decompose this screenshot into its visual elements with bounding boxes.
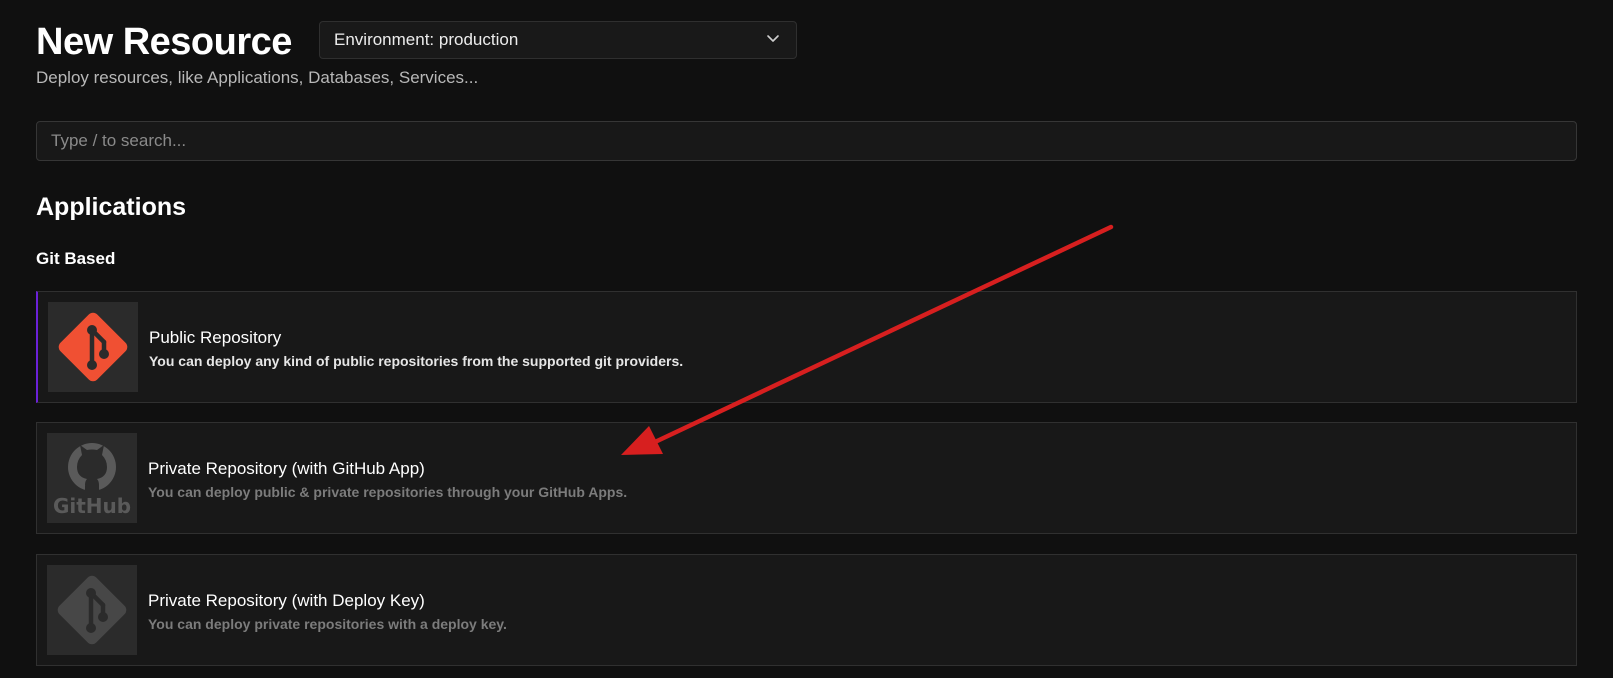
environment-select[interactable]: Environment: production: [319, 21, 797, 59]
chevron-down-icon: [767, 35, 779, 42]
page-subtitle: Deploy resources, like Applications, Dat…: [36, 68, 479, 87]
new-resource-page: New Resource Environment: production Dep…: [0, 0, 1613, 678]
git-icon: [47, 565, 137, 655]
github-icon-text: GitHub: [53, 494, 131, 518]
section-title-applications: Applications: [36, 193, 187, 221]
github-icon: GitHub: [47, 433, 137, 523]
card-description: You can deploy private repositories with…: [148, 616, 507, 632]
card-name: Private Repository (with GitHub App): [148, 459, 425, 478]
card-name: Public Repository: [149, 328, 282, 347]
page-title: New Resource: [36, 21, 292, 63]
card-description: You can deploy public & private reposito…: [148, 484, 628, 500]
card-private-repository-deploy-key[interactable]: Private Repository (with Deploy Key) You…: [36, 554, 1577, 666]
card-description: You can deploy any kind of public reposi…: [149, 353, 684, 369]
card-private-repository-github-app[interactable]: GitHub Private Repository (with GitHub A…: [36, 422, 1577, 534]
git-icon: [48, 302, 138, 392]
search-input[interactable]: [36, 121, 1577, 161]
environment-select-value: Environment: production: [334, 30, 519, 49]
subsection-title-git-based: Git Based: [36, 249, 116, 268]
card-name: Private Repository (with Deploy Key): [148, 591, 425, 610]
card-public-repository[interactable]: Public Repository You can deploy any kin…: [36, 291, 1577, 403]
